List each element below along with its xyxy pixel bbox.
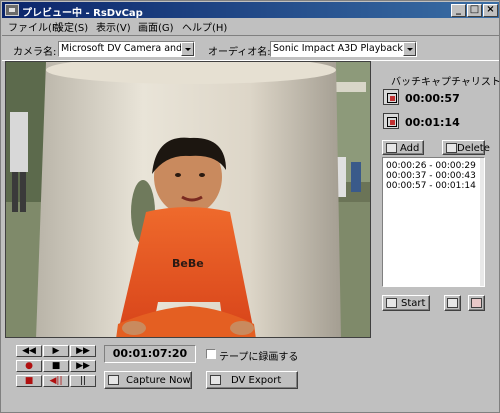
start-button[interactable]: Start (382, 295, 430, 311)
delete-button[interactable]: Delete (442, 140, 490, 155)
svg-text:BeBe: BeBe (172, 257, 204, 270)
list-item[interactable]: 00:00:57 - 00:01:14 (386, 181, 476, 191)
mark-out-time: 00:01:14 (405, 116, 460, 129)
rewind-icon: ◀◀ (22, 346, 36, 356)
batch-list-title: バッチキャプチャリスト (391, 77, 500, 88)
add-button[interactable]: Add (382, 140, 424, 155)
capture-now-button[interactable]: Capture Now (104, 371, 192, 389)
menu-view[interactable]: 表示(V) (96, 19, 131, 34)
chevron-down-icon[interactable] (403, 42, 416, 56)
next-frame-button[interactable]: ▶▶ (70, 360, 96, 372)
video-preview: BeBe (5, 61, 371, 338)
import-list-button[interactable] (444, 295, 461, 311)
export-icon (471, 298, 482, 308)
title-bar[interactable]: プレビュー中 - RsDvCap _ □ × (2, 2, 499, 19)
close-button[interactable]: × (483, 4, 498, 17)
audio-select[interactable]: Sonic Impact A3D Playback (270, 41, 417, 57)
pause-icon: || (79, 376, 87, 386)
record-pause-button[interactable]: ◀|| (43, 375, 69, 387)
export-list-button[interactable] (468, 295, 485, 311)
record-to-tape-label: テープに録画する (219, 352, 299, 363)
play-icon: ▶ (52, 346, 60, 356)
start-icon (386, 298, 397, 308)
list-scrollbar[interactable] (480, 158, 484, 286)
list-item[interactable]: 00:00:26 - 00:00:29 (386, 161, 476, 171)
import-icon (447, 298, 458, 308)
app-window: プレビュー中 - RsDvCap _ □ × ファイル(F) 設定(S) 表示(… (0, 0, 500, 413)
audio-label: オーディオ名: (208, 47, 271, 58)
record-button[interactable]: ● (16, 360, 42, 372)
stop-icon: ■ (51, 361, 61, 371)
minimize-button[interactable]: _ (451, 4, 466, 17)
camera-label: カメラ名: (13, 47, 57, 58)
chevron-down-icon[interactable] (181, 42, 194, 56)
capture-icon (108, 375, 119, 385)
timecode-display: 00:01:07:20 (104, 345, 196, 363)
menu-bar: ファイル(F) 設定(S) 表示(V) 画面(G) ヘルプ(H) (2, 18, 499, 34)
pause-button[interactable]: || (70, 375, 96, 387)
menu-screen[interactable]: 画面(G) (138, 19, 174, 34)
list-item[interactable]: 00:00:37 - 00:00:43 (386, 171, 476, 181)
stop-record-icon: ■ (24, 376, 34, 386)
batch-list[interactable]: 00:00:26 - 00:00:29 00:00:37 - 00:00:43 … (382, 157, 485, 287)
mark-in-time: 00:00:57 (405, 92, 460, 105)
camera-select[interactable]: Microsoft DV Camera and VCR (58, 41, 195, 57)
camera-app-icon (5, 4, 19, 16)
dv-export-icon (210, 375, 221, 385)
dv-export-button[interactable]: DV Export (206, 371, 298, 389)
fast-forward-icon: ▶▶ (76, 346, 90, 356)
window-title: プレビュー中 - RsDvCap (22, 8, 143, 19)
stop-record-button[interactable]: ■ (16, 375, 42, 387)
record-icon: ● (25, 361, 33, 371)
maximize-button[interactable]: □ (467, 4, 482, 17)
play-button[interactable]: ▶ (43, 345, 69, 357)
menu-settings[interactable]: 設定(S) (54, 19, 88, 34)
stop-button[interactable]: ■ (43, 360, 69, 372)
record-to-tape-checkbox[interactable] (206, 349, 216, 359)
menu-help[interactable]: ヘルプ(H) (182, 19, 227, 34)
delete-icon (446, 143, 457, 153)
preview-frame-image: BeBe (6, 62, 370, 337)
fast-forward-button[interactable]: ▶▶ (70, 345, 96, 357)
mark-out-icon[interactable] (383, 113, 399, 129)
mark-in-icon[interactable] (383, 89, 399, 105)
rewind-button[interactable]: ◀◀ (16, 345, 42, 357)
add-icon (386, 143, 397, 153)
record-pause-icon: ◀|| (49, 376, 63, 386)
next-frame-icon: ▶▶ (76, 361, 90, 371)
device-toolbar: カメラ名: Microsoft DV Camera and VCR オーディオ名… (2, 35, 499, 61)
